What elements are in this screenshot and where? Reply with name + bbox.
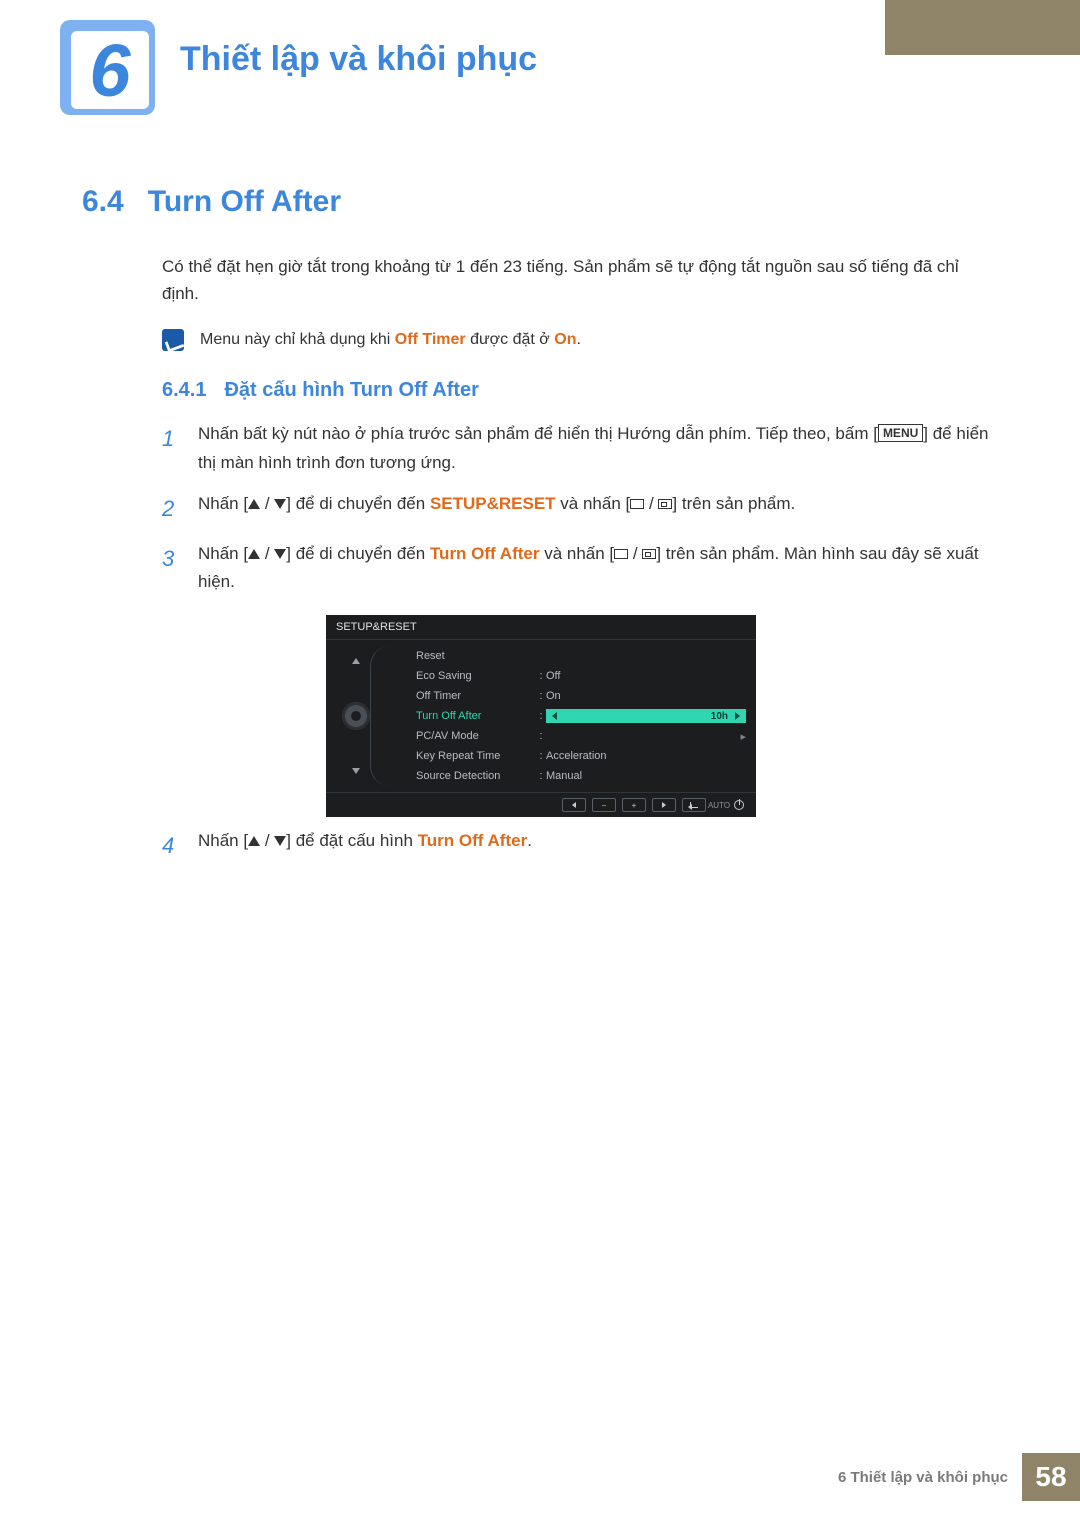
down-arrow-icon (274, 549, 286, 559)
slider-value: 10h (711, 711, 728, 722)
footer-page-number: 58 (1022, 1453, 1080, 1501)
down-arrow-icon (274, 836, 286, 846)
step-number: 3 (162, 540, 180, 598)
note: Menu này chỉ khả dụng khi Off Timer được… (162, 329, 1000, 351)
header-accent-bar (885, 0, 1080, 55)
step-number: 1 (162, 420, 180, 478)
osd-foot-minus: − (592, 798, 616, 812)
up-arrow-icon (248, 549, 260, 559)
osd-row-eco-saving: Eco Saving : Off (416, 666, 746, 686)
osd-foot-right-icon (652, 798, 676, 812)
down-arrow-icon (274, 499, 286, 509)
section-title: Turn Off After (148, 185, 341, 219)
section-heading: 6.4 Turn Off After (82, 185, 1000, 219)
power-icon (732, 798, 746, 812)
up-arrow-icon (248, 499, 260, 509)
up-arrow-icon (248, 836, 260, 846)
step-2: 2 Nhấn [ / ] để di chuyển đến SETUP&RESE… (162, 490, 1000, 527)
osd-foot-auto: AUTO (712, 798, 726, 812)
steps-list-2: 4 Nhấn [ / ] để đặt cấu hình Turn Off Af… (162, 827, 1000, 864)
osd-foot-return-icon (682, 798, 706, 812)
step-text: Nhấn [ / ] để đặt cấu hình Turn Off Afte… (198, 827, 532, 864)
osd-row-source-detection: Source Detection : Manual (416, 766, 746, 786)
enter-icon (658, 499, 672, 509)
subsection-number: 6.4.1 (162, 379, 206, 402)
osd-curve-decoration (370, 646, 390, 786)
osd-footer: − + AUTO (326, 793, 756, 817)
step-3: 3 Nhấn [ / ] để di chuyển đến Turn Off A… (162, 540, 1000, 598)
page-footer: 6 Thiết lập và khôi phục 58 (838, 1453, 1080, 1501)
page: 6 Thiết lập và khôi phục 6.4 Turn Off Af… (0, 0, 1080, 1527)
osd-foot-plus: + (622, 798, 646, 812)
step-4: 4 Nhấn [ / ] để đặt cấu hình Turn Off Af… (162, 827, 1000, 864)
subsection-title: Đặt cấu hình Turn Off After (224, 379, 478, 402)
osd-row-off-timer: Off Timer : On (416, 686, 746, 706)
osd-title: SETUP&RESET (326, 615, 756, 639)
osd-menu-list: Reset Eco Saving : Off Off Timer : On (386, 640, 756, 792)
slider-left-icon (552, 712, 557, 720)
step-number: 2 (162, 490, 180, 527)
chevron-right-icon: ▸ (740, 730, 746, 743)
osd-screenshot: SETUP&RESET Reset Eco Saving (326, 615, 756, 817)
osd-row-turn-off-after: Turn Off After : 10h (416, 706, 746, 726)
note-text: Menu này chỉ khả dụng khi Off Timer được… (200, 331, 581, 349)
select-icon (614, 549, 628, 559)
chapter-title: Thiết lập và khôi phục (180, 40, 537, 79)
osd-slider: 10h (546, 709, 746, 723)
osd-up-icon (352, 658, 360, 664)
steps-list: 1 Nhấn bất kỳ nút nào ở phía trước sản p… (162, 420, 1000, 597)
chapter-tab: 6 (60, 20, 155, 115)
slider-right-icon (735, 712, 740, 720)
select-icon (630, 499, 644, 509)
note-icon (162, 329, 184, 351)
gear-icon (342, 702, 370, 730)
step-number: 4 (162, 827, 180, 864)
osd-row-reset: Reset (416, 646, 746, 666)
menu-button-icon: MENU (878, 424, 923, 442)
step-text: Nhấn [ / ] để di chuyển đến SETUP&RESET … (198, 490, 795, 527)
section-number: 6.4 (82, 185, 124, 219)
step-text: Nhấn bất kỳ nút nào ở phía trước sản phẩ… (198, 420, 1000, 478)
osd-row-key-repeat: Key Repeat Time : Acceleration (416, 746, 746, 766)
osd-down-icon (352, 768, 360, 774)
intro-paragraph: Có thể đặt hẹn giờ tắt trong khoảng từ 1… (162, 253, 1000, 307)
osd-body: Reset Eco Saving : Off Off Timer : On (326, 639, 756, 793)
osd-side-nav (326, 640, 386, 792)
step-1: 1 Nhấn bất kỳ nút nào ở phía trước sản p… (162, 420, 1000, 478)
osd-foot-left-icon (562, 798, 586, 812)
chapter-number: 6 (71, 31, 149, 109)
osd-row-pcav-mode: PC/AV Mode : ▸ (416, 726, 746, 746)
content: 6.4 Turn Off After Có thể đặt hẹn giờ tắ… (82, 185, 1000, 877)
subsection-heading: 6.4.1 Đặt cấu hình Turn Off After (162, 379, 1000, 402)
footer-text: 6 Thiết lập và khôi phục (838, 1469, 1022, 1486)
enter-icon (642, 549, 656, 559)
step-text: Nhấn [ / ] để di chuyển đến Turn Off Aft… (198, 540, 1000, 598)
